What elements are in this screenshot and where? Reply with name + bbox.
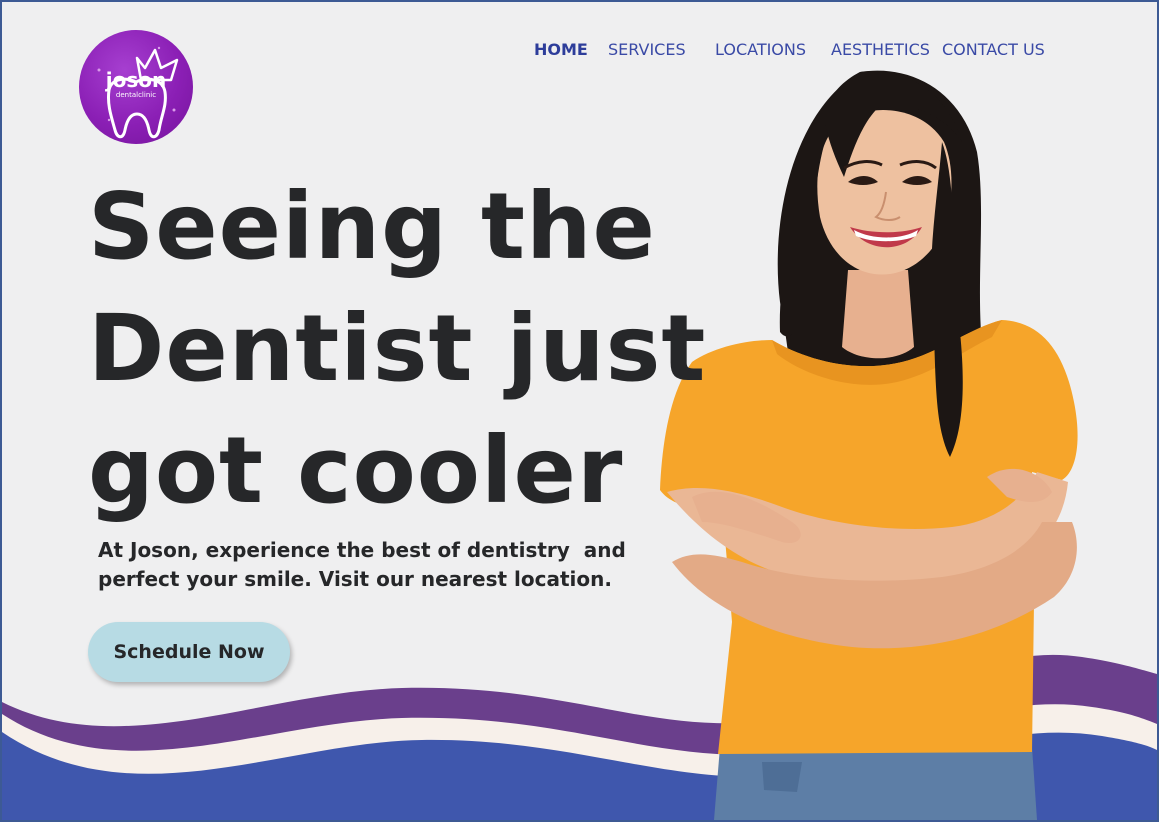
hero-subtext: At Joson, experience the best of dentist… <box>98 536 658 594</box>
page-frame: joson dentalclinic HOME SERVICES LOCATIO… <box>0 0 1159 822</box>
headline-line-3: got cooler <box>88 417 624 524</box>
logo-tagline: dentalclinic <box>115 91 157 99</box>
subtext-line-1: At Joson, experience the best of dentist… <box>98 538 626 562</box>
nav-aesthetics[interactable]: AESTHETICS <box>831 40 930 59</box>
nav-locations[interactable]: LOCATIONS <box>715 40 806 59</box>
subtext-line-2: perfect your smile. Visit our nearest lo… <box>98 567 612 591</box>
nav-services[interactable]: SERVICES <box>608 40 686 59</box>
schedule-now-button[interactable]: Schedule Now <box>88 622 290 682</box>
nav-home[interactable]: HOME <box>534 40 588 59</box>
logo-name: joson <box>105 68 167 92</box>
hero-headline: Seeing the Dentist just got cooler <box>88 166 707 532</box>
headline-line-2: Dentist just <box>88 295 707 402</box>
clinic-logo[interactable]: joson dentalclinic <box>79 30 193 144</box>
nav-contact-us[interactable]: CONTACT US <box>942 40 1045 59</box>
headline-line-1: Seeing the <box>88 173 656 280</box>
